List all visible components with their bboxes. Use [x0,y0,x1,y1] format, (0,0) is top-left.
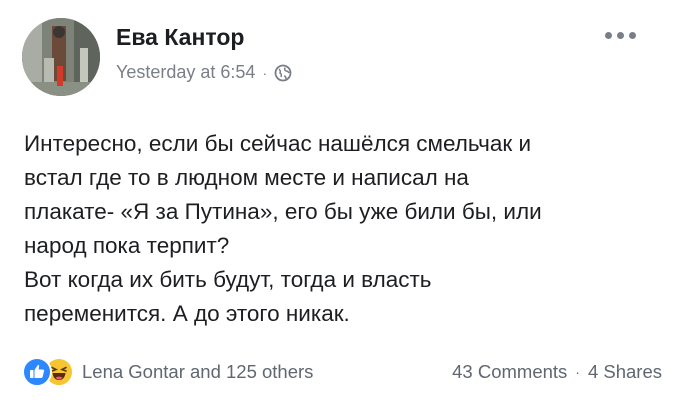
post-text-line: народ пока терпит? [24,233,230,258]
meta-separator: · [262,64,268,81]
post-text-line: Вот когда их бить будут, тогда и власть [24,267,432,292]
reactions-count-text[interactable]: Lena Gontar and 125 others [82,361,313,383]
like-icon [22,357,52,387]
stats-separator: · [575,364,580,380]
avatar[interactable] [22,18,100,96]
shares-count[interactable]: 4 Shares [588,361,662,383]
post-text-line: встал где то в людном месте и написал на [24,165,469,190]
more-dot [629,31,636,39]
reactions-summary[interactable]: Lena Gontar and 125 others [22,357,313,387]
post-text-line: Интересно, если бы сейчас нашёлся смельч… [24,131,532,156]
post-text: Интересно, если бы сейчас нашёлся смельч… [24,127,644,331]
post-text-line: плакате- «Я за Путина», его бы уже били … [24,199,542,224]
post-stats: 43 Comments · 4 Shares [452,361,662,383]
post-footer: Lena Gontar and 125 others 43 Comments ·… [22,356,662,388]
facebook-post: Ева Кантор Yesterday at 6:54 · Интересно… [0,0,680,413]
post-meta: Yesterday at 6:54 · [116,62,292,83]
globe-icon[interactable] [274,64,292,82]
more-dot [605,31,612,39]
more-options-icon[interactable] [605,28,645,42]
post-timestamp[interactable]: Yesterday at 6:54 [116,62,255,83]
more-dot [617,31,624,39]
comments-count[interactable]: 43 Comments [452,361,567,383]
post-text-line: переменится. А до этого никак. [24,301,350,326]
author-name[interactable]: Ева Кантор [116,24,244,51]
